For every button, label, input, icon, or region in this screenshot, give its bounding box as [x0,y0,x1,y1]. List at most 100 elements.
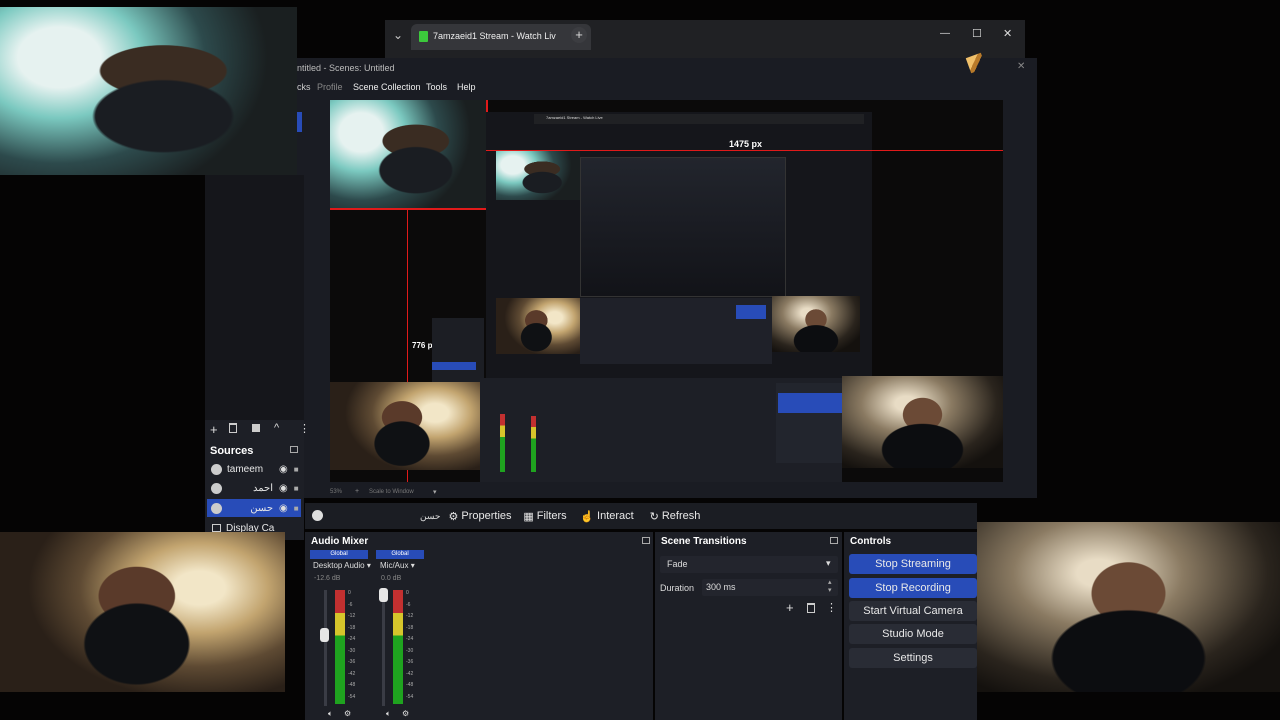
browser-source-icon [312,510,323,521]
preview-webcam-hassan[interactable] [842,376,1003,468]
duration-spinbox[interactable]: 300 ms ▴ ▾ [702,579,838,596]
dock-float-icon[interactable] [642,537,650,544]
maximize-button[interactable]: ☐ [972,27,982,40]
lock-icon[interactable]: ■ [294,484,299,493]
browser-source-icon [211,502,222,514]
source-item-ahmad[interactable]: احمد ◉ ■ [207,479,301,497]
settings-button[interactable]: Settings [849,648,977,668]
plus-icon: + [575,27,583,42]
eye-icon[interactable]: ◉ [279,503,288,514]
level-meter-mic-r [398,590,403,704]
chevron-down-icon: ▾ [410,561,415,570]
preview-nested-meter-2 [531,416,536,472]
scale-tick: -6 [406,601,411,608]
desktop-audio-label: Desktop Audio [313,561,365,570]
monitor-icon [212,524,221,532]
chevron-down-icon: ▾ [826,558,831,568]
studio-mode-button[interactable]: Studio Mode [849,624,977,644]
trash-icon[interactable] [807,603,815,613]
duration-value: 300 ms [706,582,736,592]
speaker-icon[interactable]: 🔈︎ [386,709,391,719]
menu-profile[interactable]: Profile [317,82,343,92]
scale-tick: -42 [348,670,356,677]
transition-select[interactable]: Fade ▾ [660,556,838,573]
menu-docks[interactable]: cks [297,82,311,92]
scale-tick: -24 [406,636,414,642]
preview-scale-dropdown[interactable]: + Scale to Window ▾ [355,488,443,498]
add-source-icon[interactable]: + [210,422,218,437]
move-up-icon[interactable]: ^ [274,422,279,434]
chevron-down-icon: ▾ [433,489,437,496]
gear-icon[interactable]: ⚙ [402,709,409,718]
menu-scene-collection[interactable]: Scene Collection [353,82,421,92]
scale-tick: -54 [406,693,414,700]
source-item-hassan[interactable]: حسن ◉ ■ [207,499,301,517]
browser-tab[interactable]: 7amzaeid1 Stream - Watch Liv ✕ [411,24,591,50]
duration-label: Duration [660,583,695,593]
properties-button[interactable]: ⚙ Properties [449,507,512,525]
browser-tab-dropdown[interactable]: ⌄ [393,28,403,42]
volume-slider-handle-desktop[interactable] [320,628,329,642]
preview-webcam-ahmad[interactable] [330,382,480,470]
more-icon[interactable]: ⋮ [826,601,837,614]
source-properties-icon[interactable] [252,424,260,432]
start-virtual-camera-button[interactable]: Start Virtual Camera [849,601,977,621]
refresh-button[interactable]: ↻ Refresh [650,507,701,525]
spin-down-icon[interactable]: ▾ [828,586,832,594]
eye-icon[interactable]: ◉ [279,483,288,494]
source-label: حسن [250,502,273,514]
meter-scale-desktop: 0 -6 -12 -18 -24 -30 -36 -42 -48 -54 [348,588,358,704]
menu-help[interactable]: Help [457,82,476,92]
new-tab-button[interactable]: + [571,27,587,43]
sources-dock-icon[interactable] [290,446,298,453]
volume-slider-handle-mic[interactable] [379,588,388,602]
lock-icon[interactable]: ■ [294,504,299,513]
preview-webcam-tameem[interactable] [330,100,488,210]
dock-float-icon[interactable] [830,537,838,544]
interact-icon: ☝ [580,510,595,523]
spin-up-icon[interactable]: ▴ [828,578,832,586]
volume-slider-track-mic[interactable] [382,590,385,706]
obs-title: ntitled - Scenes: Untitled [297,63,395,73]
interact-button[interactable]: ☝ Interact [580,507,633,525]
plus-icon: + [355,488,360,495]
filters-button[interactable]: ▦ Filters [523,507,566,525]
channel-db-desktop: -12.6 dB [314,575,341,582]
scale-tick: -48 [348,682,356,688]
add-transition-icon[interactable]: + [786,600,794,615]
channel-name-mic[interactable]: Mic/Aux ▾ [380,561,415,570]
browser-source-icon [211,482,222,494]
webcam-overlay-hassan [977,522,1280,692]
preview-scale-label: Scale to Window [369,489,414,495]
stop-recording-button[interactable]: Stop Recording [849,578,977,598]
scale-tick: -36 [348,659,356,665]
nested-obs-screenshot: 7amzaeid1 Stream - Watch Live [486,112,872,382]
close-window-button[interactable]: ✕ [1003,27,1012,40]
preview-nested-blue-row [432,362,476,370]
channel-tag-mic: Global [376,550,424,559]
obs-close-icon[interactable]: ✕ [1017,61,1025,72]
volume-slider-track-desktop[interactable] [324,590,327,706]
audio-mixer-title: Audio Mixer [311,536,369,547]
speaker-icon[interactable]: 🔈︎ [328,709,333,719]
scale-tick: -6 [348,601,353,608]
channel-name-desktop[interactable]: Desktop Audio ▾ [313,561,371,570]
preview-nested-meter-1 [500,414,505,472]
scale-tick: -36 [406,659,414,665]
properties-label: Properties [461,510,512,522]
more-icon[interactable]: ⋮ [299,422,310,435]
lock-icon[interactable]: ■ [294,465,299,474]
preview-canvas[interactable]: 7amzaeid1 Stream - Watch Live 1475 px 77… [330,100,1003,482]
gear-icon[interactable]: ⚙ [344,709,351,718]
scale-tick: -42 [406,670,414,677]
menu-tools[interactable]: Tools [426,82,447,92]
level-meter-desktop-r [340,590,345,704]
browser-window: ⌄ 7amzaeid1 Stream - Watch Liv ✕ + — ☐ ✕ [385,20,1025,58]
minimize-button[interactable]: — [940,28,950,39]
stop-streaming-button[interactable]: Stop Streaming [849,554,977,574]
eye-icon[interactable]: ◉ [279,464,288,475]
menu-bar: cks Profile Scene Collection Tools Help [297,78,1037,96]
source-item-tameem[interactable]: tameem ◉ ■ [207,460,301,478]
trash-icon[interactable] [229,423,237,433]
source-toolbar [305,503,977,529]
